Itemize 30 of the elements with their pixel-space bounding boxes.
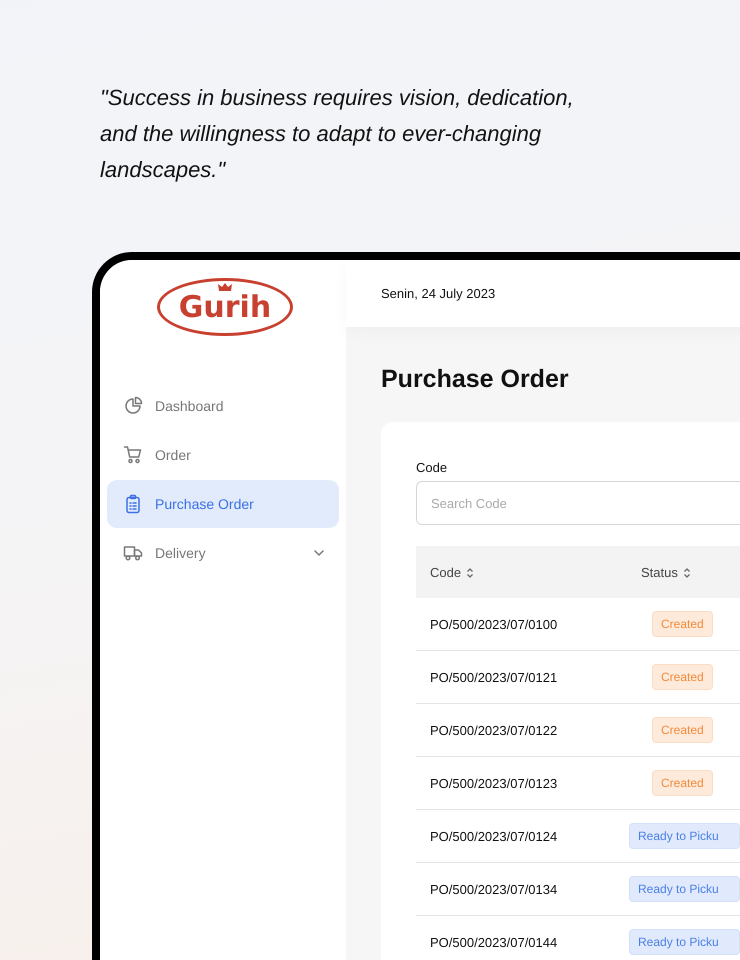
status-badge: Ready to Picku <box>629 823 740 849</box>
status-badge: Created <box>652 611 713 637</box>
table-cell: PO/500/2023/07/0134 <box>416 862 625 916</box>
status-badge: Ready to Picku <box>629 876 740 902</box>
table-cell: PO/500/2023/07/0121 <box>416 650 625 704</box>
table-cell: PO/500/2023/07/0144 <box>416 916 625 960</box>
sort-icon <box>682 568 691 578</box>
field-label: Code <box>416 460 448 475</box>
table-cell: PO/500/2023/07/0100 <box>416 598 625 650</box>
quote-text: "Success in business requires vision, dedication, and the willingness to adapt to ever-changing landscapes." <box>99 84 575 184</box>
nav-item[interactable]: Purchase Order <box>107 480 339 528</box>
status-badge: Created <box>652 664 713 690</box>
page-title: Purchase Order <box>381 365 570 394</box>
status-badge: Created <box>652 770 713 796</box>
nav-item[interactable]: Delivery <box>107 529 339 577</box>
table-cell: PO/500/2023/07/0123 <box>416 756 625 810</box>
cart-icon <box>123 445 143 465</box>
status-badge: Ready to Picku <box>629 929 740 955</box>
table-cell: PO/500/2023/07/0124 <box>416 810 625 862</box>
nav-item[interactable]: Dashboard <box>107 382 339 430</box>
pie-chart-icon <box>123 396 143 416</box>
column-header[interactable]: Code <box>416 546 625 598</box>
nav-item[interactable]: Order <box>107 431 339 479</box>
brand-logo: Gurih <box>157 278 293 336</box>
sort-icon <box>466 568 474 578</box>
search-field[interactable]: Search Code <box>416 481 740 525</box>
status-badge: Created <box>652 717 713 743</box>
column-header[interactable]: Status <box>625 546 740 598</box>
date-text: Senin, 24 July 2023 <box>381 286 496 301</box>
table-cell: PO/500/2023/07/0122 <box>416 704 625 756</box>
